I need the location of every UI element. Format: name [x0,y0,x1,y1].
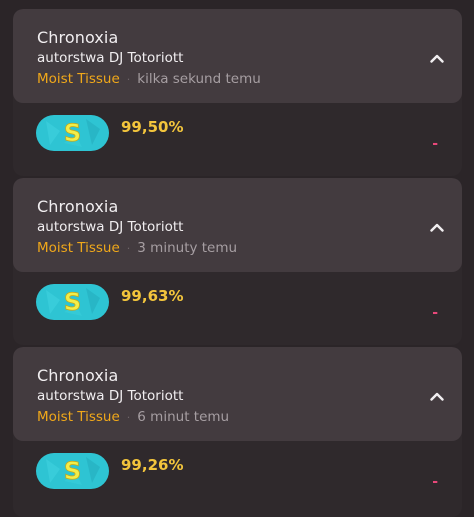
time-ago: 3 minuty temu [137,240,238,256]
artist-line: autorstwa DJ Totoriott [37,219,184,235]
accuracy-value: 99,26% [121,456,184,474]
accuracy-value: 99,63% [121,287,184,305]
accuracy-value: 99,50% [121,118,184,136]
rank-s-badge-icon: S [36,453,109,489]
rank-letter: S [64,457,81,485]
artist-line: autorstwa DJ Totoriott [37,50,184,66]
score-card: Chronoxia autorstwa DJ Totoriott Moist T… [13,347,462,517]
score-card-header[interactable]: Chronoxia autorstwa DJ Totoriott Moist T… [13,9,462,103]
meta-separator: · [126,242,131,255]
score-card-body: S 99,63% - [13,272,462,345]
score-list: Chronoxia autorstwa DJ Totoriott Moist T… [0,0,474,517]
score-delta: - [432,474,438,490]
rank-s-badge-icon: S [36,284,109,320]
score-card-header[interactable]: Chronoxia autorstwa DJ Totoriott Moist T… [13,347,462,441]
song-title: Chronoxia [37,366,119,385]
score-card: Chronoxia autorstwa DJ Totoriott Moist T… [13,9,462,176]
rank-letter: S [64,288,81,316]
chevron-up-icon[interactable] [426,387,448,405]
score-delta: - [432,305,438,321]
player-name[interactable]: Moist Tissue [37,409,120,425]
meta-separator: · [126,73,131,86]
time-ago: kilka sekund temu [137,71,261,87]
meta-separator: · [126,411,131,424]
chevron-up-icon[interactable] [426,49,448,67]
score-card-body: S 99,26% - [13,441,462,515]
score-card: Chronoxia autorstwa DJ Totoriott Moist T… [13,178,462,345]
score-card-body: S 99,50% - [13,103,462,176]
score-card-header[interactable]: Chronoxia autorstwa DJ Totoriott Moist T… [13,178,462,272]
chevron-up-icon[interactable] [426,218,448,236]
meta-line: Moist Tissue · 3 minuty temu [37,240,237,256]
artist-line: autorstwa DJ Totoriott [37,388,184,404]
song-title: Chronoxia [37,28,119,47]
time-ago: 6 minut temu [137,409,230,425]
player-name[interactable]: Moist Tissue [37,71,120,87]
meta-line: Moist Tissue · 6 minut temu [37,409,229,425]
rank-s-badge-icon: S [36,115,109,151]
rank-letter: S [64,119,81,147]
song-title: Chronoxia [37,197,119,216]
meta-line: Moist Tissue · kilka sekund temu [37,71,261,87]
score-delta: - [432,136,438,152]
player-name[interactable]: Moist Tissue [37,240,120,256]
